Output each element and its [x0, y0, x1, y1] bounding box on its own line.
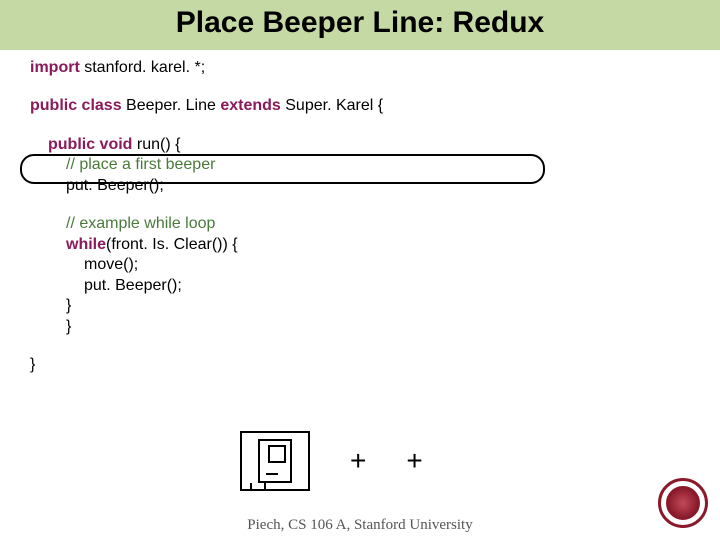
code-line: }	[30, 296, 690, 316]
grid-marker: +	[350, 445, 366, 477]
code-text: move();	[84, 256, 138, 273]
slide-footer: Piech, CS 106 A, Stanford University	[0, 517, 720, 534]
slide-title: Place Beeper Line: Redux	[0, 6, 720, 40]
karel-robot-icon	[240, 431, 310, 491]
comment: // place a first beeper	[66, 156, 215, 173]
code-line: public void run() {	[30, 135, 690, 155]
code-text: }	[30, 356, 35, 373]
code-line: // example while loop	[30, 214, 690, 234]
blank-line	[30, 117, 690, 135]
karel-diagram: + +	[240, 430, 500, 492]
code-text: put. Beeper();	[66, 177, 164, 194]
code-line: }	[30, 355, 690, 375]
keyword: public void	[48, 136, 132, 153]
code-line: }	[30, 317, 690, 337]
code-line: put. Beeper();	[30, 176, 690, 196]
code-line: import stanford. karel. *;	[30, 58, 690, 78]
blank-line	[30, 196, 690, 214]
slide-title-bar: Place Beeper Line: Redux	[0, 0, 720, 50]
code-text: run() {	[132, 136, 180, 153]
comment: // example while loop	[66, 215, 215, 232]
blank-line	[30, 78, 690, 96]
keyword: public class	[30, 97, 122, 114]
code-line: public class Beeper. Line extends Super.…	[30, 96, 690, 116]
code-block: import stanford. karel. *; public class …	[0, 50, 720, 376]
stanford-seal-icon	[658, 478, 708, 528]
code-text: }	[66, 318, 71, 335]
code-line: move();	[30, 255, 690, 275]
code-text: stanford. karel. *;	[80, 59, 205, 76]
code-line: while(front. Is. Clear()) {	[30, 235, 690, 255]
keyword: extends	[220, 97, 280, 114]
keyword: while	[66, 236, 106, 253]
keyword: import	[30, 59, 80, 76]
blank-line	[30, 337, 690, 355]
code-text: Beeper. Line	[122, 97, 221, 114]
code-text: }	[66, 297, 71, 314]
grid-marker: +	[406, 445, 422, 477]
code-line: // place a first beeper	[30, 155, 690, 175]
code-text: (front. Is. Clear()) {	[106, 236, 238, 253]
code-text: Super. Karel {	[281, 97, 383, 114]
code-line: put. Beeper();	[30, 276, 690, 296]
code-text: put. Beeper();	[84, 277, 182, 294]
